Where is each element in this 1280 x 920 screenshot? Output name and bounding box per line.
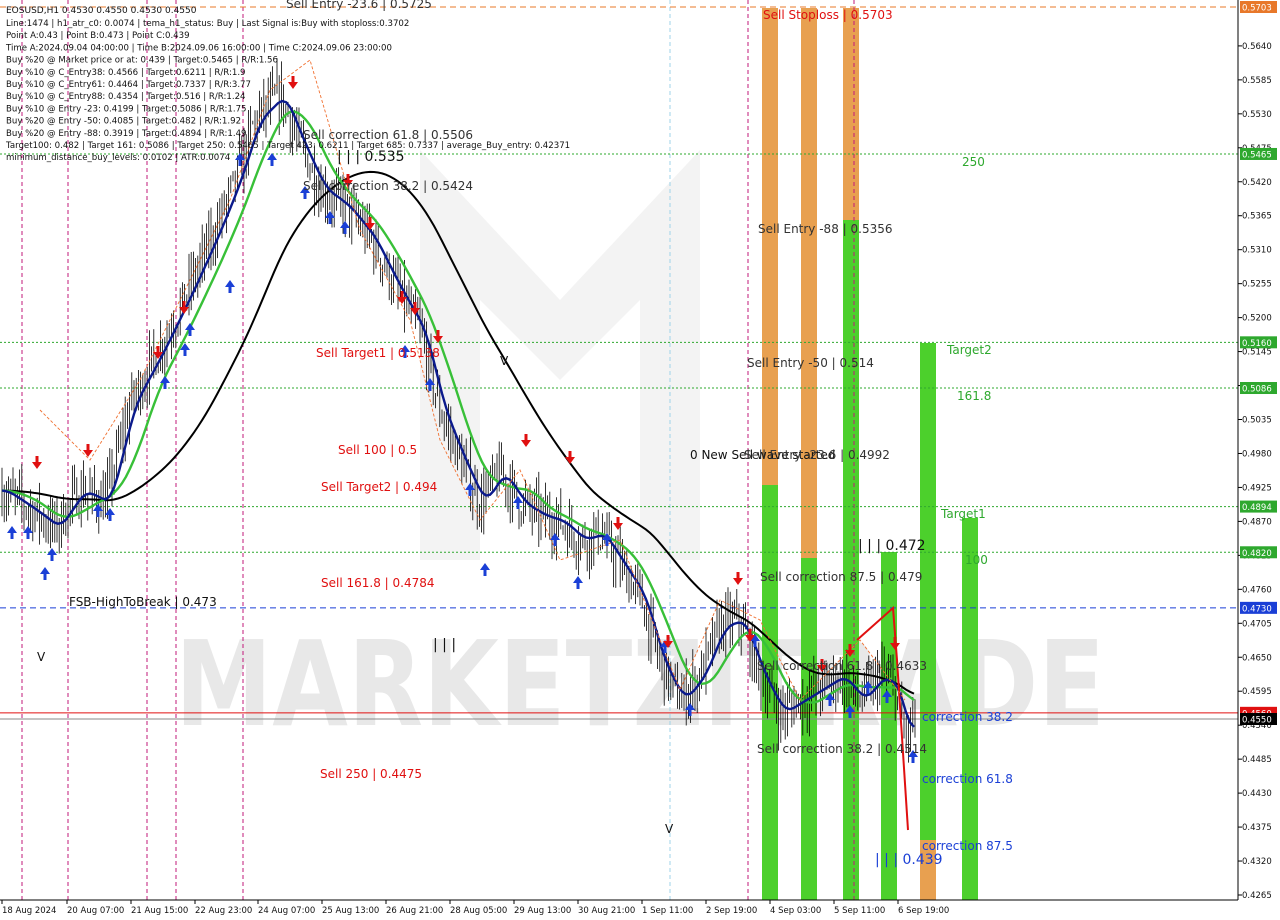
annotation-28: V: [665, 822, 674, 836]
time-tick-label: 20 Aug 07:00: [67, 906, 124, 916]
price-tick-label: 0.5255: [1242, 280, 1272, 290]
annotation-17: 100: [965, 553, 988, 567]
annotation-1: Sell Stoploss | 0.5703: [763, 8, 893, 22]
annotation-9: Target2: [946, 343, 992, 357]
zone-bar-2: [843, 8, 859, 220]
annotation-16: | | | 0.472: [858, 538, 926, 554]
time-tick-label: 28 Aug 05:00: [450, 906, 507, 916]
annotation-8: Sell Entry -50 | 0.514: [747, 356, 874, 370]
time-tick-label: 26 Aug 21:00: [386, 906, 443, 916]
info-line-11: minimum_distance_buy_levels: 0.0102 | AT…: [6, 153, 230, 163]
info-line-4: Buy %10 @ C_Entry38: 0.4566 | Target:0.6…: [6, 68, 246, 78]
symbol-header: EOSUSD,H1 0.4530 0.4550 0.4530 0.4550: [6, 6, 197, 16]
price-axis: 0.56400.55850.55300.54750.54200.53650.53…: [1237, 0, 1280, 920]
info-line-1: Point A:0.43 | Point B:0.473 | Point C:0…: [6, 31, 190, 41]
time-axis-bg: [0, 900, 1280, 920]
price-tick-label: 0.4870: [1242, 517, 1272, 527]
annotation-29: correction 87.5: [922, 839, 1013, 853]
price-tick-label: 0.4595: [1242, 687, 1272, 697]
info-line-3: Buy %20 @ Market price or at: 0.439 | Ta…: [6, 56, 278, 66]
annotation-26: Sell 250 | 0.4475: [320, 767, 422, 781]
price-tick-label: 0.4265: [1242, 891, 1272, 901]
price-tick-label: 0.4485: [1242, 755, 1272, 765]
annotation-2: Sell correction 61.8 | 0.5506: [303, 128, 473, 142]
zone-bar-7: [920, 343, 936, 840]
price-tag-label-0: 0.5703: [1242, 4, 1272, 14]
annotation-5: Sell Entry -88 | 0.5356: [758, 222, 892, 236]
annotation-4: Sell correction 38.2 | 0.5424: [303, 179, 473, 193]
annotation-31: V: [500, 354, 509, 368]
price-tick-label: 0.4430: [1242, 789, 1272, 799]
price-tag-label-4: 0.4894: [1242, 503, 1272, 513]
price-tick-label: 0.5145: [1242, 348, 1272, 358]
annotation-13: Sell Entry -23.6 | 0.4992: [744, 448, 890, 462]
annotation-6: 250: [962, 155, 985, 169]
time-tick-label: 6 Sep 19:00: [898, 906, 949, 916]
annotation-11: Sell 100 | 0.5: [338, 443, 417, 457]
annotation-21: | | |: [433, 637, 456, 653]
price-tick-label: 0.5035: [1242, 416, 1272, 426]
price-tick-label: 0.4705: [1242, 619, 1272, 629]
time-tick-label: 4 Sep 03:00: [770, 906, 821, 916]
info-line-8: Buy %20 @ Entry -50: 0.4085 | Target:0.4…: [6, 117, 241, 127]
annotation-30: | | | 0.439: [875, 852, 943, 868]
zone-bar-6: [881, 552, 897, 900]
time-tick-label: 18 Aug 2024: [2, 906, 56, 916]
info-line-10: Target100: 0.482 | Target 161: 0.5086 | …: [5, 141, 570, 151]
price-tag-label-2: 0.5160: [1242, 339, 1272, 349]
info-line-2: Time A:2024.09.04 04:00:00 | Time B:2024…: [5, 43, 392, 53]
time-tick-label: 1 Sep 11:00: [642, 906, 693, 916]
info-line-0: Line:1474 | h1_atr_c0: 0.0074 | tema_h1_…: [6, 19, 409, 29]
price-tick-label: 0.5200: [1242, 314, 1272, 324]
annotation-18: Sell 161.8 | 0.4784: [321, 576, 435, 590]
price-tick-label: 0.5420: [1242, 178, 1272, 188]
price-tick-label: 0.4760: [1242, 585, 1272, 595]
price-tick-label: 0.5530: [1242, 110, 1272, 120]
info-line-5: Buy %10 @ C_Entry61: 0.4464 | Target:0.7…: [6, 80, 251, 90]
annotation-19: Sell correction 87.5 | 0.479: [760, 570, 922, 584]
price-tag-label-6: 0.4730: [1242, 604, 1272, 614]
time-tick-label: 22 Aug 23:00: [195, 906, 252, 916]
annotation-22: V: [37, 650, 46, 664]
annotation-25: Sell correction 38.2 | 0.4514: [757, 742, 927, 756]
price-tag-label-3: 0.5086: [1242, 385, 1272, 395]
price-axis-bg: [1238, 0, 1280, 920]
annotation-7: Sell Target1 | 0.5138: [316, 346, 440, 360]
price-tick-label: 0.5585: [1242, 76, 1272, 86]
info-line-7: Buy %10 @ Entry -23: 0.4199 | Target:0.5…: [6, 104, 247, 114]
annotation-24: correction 38.2: [922, 710, 1013, 724]
price-tag-label-1: 0.5465: [1242, 150, 1272, 160]
annotation-23: Sell correction 61.8 | 0.4633: [757, 659, 927, 673]
time-tick-label: 25 Aug 13:00: [322, 906, 379, 916]
annotation-3: | | | 0.535: [337, 149, 405, 165]
price-tick-label: 0.5640: [1242, 42, 1272, 52]
annotation-0: Sell Entry -23.6 | 0.5725: [286, 0, 432, 11]
annotation-10: 161.8: [957, 389, 991, 403]
annotation-14: Sell Target2 | 0.494: [321, 480, 437, 494]
info-line-9: Buy %20 @ Entry -88: 0.3919 | Target:0.4…: [6, 129, 247, 139]
price-tick-label: 0.4375: [1242, 823, 1272, 833]
annotation-27: correction 61.8: [922, 772, 1013, 786]
price-tag-label-5: 0.4820: [1242, 549, 1272, 559]
time-tick-label: 21 Aug 15:00: [131, 906, 188, 916]
time-tick-label: 5 Sep 11:00: [834, 906, 885, 916]
price-tick-label: 0.5365: [1242, 212, 1272, 222]
price-tick-label: 0.4925: [1242, 483, 1272, 493]
price-tick-label: 0.4650: [1242, 653, 1272, 663]
time-tick-label: 30 Aug 21:00: [578, 906, 635, 916]
price-tick-label: 0.4320: [1242, 857, 1272, 867]
time-tick-label: 29 Aug 13:00: [514, 906, 571, 916]
info-line-6: Buy %10 @ C_Entry88: 0.4354 | Target:0.5…: [6, 92, 246, 102]
annotation-15: Target1: [940, 507, 986, 521]
price-tick-label: 0.4980: [1242, 449, 1272, 459]
time-tick-label: 2 Sep 19:00: [706, 906, 757, 916]
price-tag-label-8: 0.4550: [1242, 716, 1272, 726]
time-axis: 18 Aug 2024 20 Aug 07:00 21 Aug 15:00 22 Au…: [0, 899, 1280, 920]
time-tick-label: 24 Aug 07:00: [258, 906, 315, 916]
price-chart: MARKETZITRADE Sell Entry -23.6 | 0.5725S…: [0, 0, 1280, 920]
price-tick-label: 0.5310: [1242, 246, 1272, 256]
annotation-20: FSB-HighToBreak | 0.473: [69, 595, 217, 609]
zone-bar-5: [843, 220, 859, 900]
